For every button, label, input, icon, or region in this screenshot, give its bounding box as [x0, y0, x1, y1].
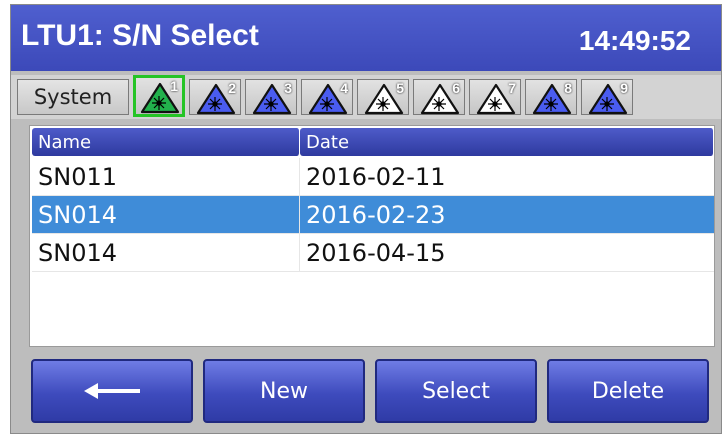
tab-laser-4[interactable]: 4 — [301, 79, 353, 115]
tab-number: 7 — [508, 80, 516, 96]
tab-laser-5[interactable]: 5 — [357, 79, 409, 115]
tab-bar: System 1 2 3 4 5 6 7 8 9 — [11, 75, 721, 119]
tab-laser-1[interactable]: 1 — [133, 75, 185, 117]
cell-name: SN014 — [32, 196, 300, 233]
tab-number: 1 — [170, 78, 178, 94]
serial-number-table: Name Date SN011 2016-02-11 SN014 2016-02… — [29, 125, 715, 347]
title-bar: LTU1: S/N Select 14:49:52 — [11, 5, 721, 71]
tab-laser-9[interactable]: 9 — [581, 79, 633, 115]
tab-number: 9 — [620, 80, 628, 96]
table-row[interactable]: SN014 2016-04-15 — [32, 234, 714, 272]
app-window: LTU1: S/N Select 14:49:52 System 1 2 3 4 5 6 7… — [10, 4, 722, 434]
tab-number: 5 — [396, 80, 404, 96]
cell-date: 2016-02-11 — [306, 162, 446, 191]
page-title: LTU1: S/N Select — [21, 19, 259, 52]
column-header-name[interactable]: Name — [32, 128, 300, 156]
delete-button[interactable]: Delete — [547, 359, 709, 423]
tab-laser-6[interactable]: 6 — [413, 79, 465, 115]
tab-laser-2[interactable]: 2 — [189, 79, 241, 115]
cell-name: SN014 — [32, 234, 300, 271]
tab-number: 6 — [452, 80, 460, 96]
tab-laser-3[interactable]: 3 — [245, 79, 297, 115]
table-row[interactable]: SN014 2016-02-23 — [32, 196, 714, 234]
tab-number: 8 — [564, 80, 572, 96]
select-button[interactable]: Select — [375, 359, 537, 423]
tab-number: 2 — [228, 80, 236, 96]
table-header: Name Date — [32, 128, 714, 156]
tab-laser-7[interactable]: 7 — [469, 79, 521, 115]
button-bar: New Select Delete — [29, 353, 715, 429]
column-header-date[interactable]: Date — [300, 128, 714, 156]
cell-name: SN011 — [32, 158, 300, 195]
clock: 14:49:52 — [578, 25, 691, 56]
table-row[interactable]: SN011 2016-02-11 — [32, 158, 714, 196]
back-button[interactable] — [31, 359, 193, 423]
tab-system[interactable]: System — [17, 79, 129, 115]
tab-number: 3 — [284, 80, 292, 96]
new-button[interactable]: New — [203, 359, 365, 423]
tab-laser-8[interactable]: 8 — [525, 79, 577, 115]
cell-date: 2016-02-23 — [306, 200, 446, 229]
cell-date: 2016-04-15 — [306, 238, 446, 267]
tab-number: 4 — [340, 80, 348, 96]
left-arrow-icon — [84, 383, 140, 399]
